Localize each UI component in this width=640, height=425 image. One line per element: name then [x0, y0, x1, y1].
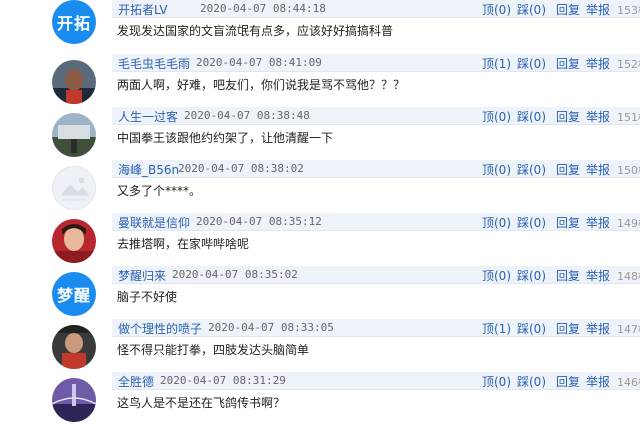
username-link[interactable]: 人生一过客	[118, 108, 178, 125]
comment-header: 人生一过客 2020-04-07 08:38:48 顶(0) 踩(0) 回复 举…	[112, 107, 640, 125]
report-button[interactable]: 举报	[586, 320, 610, 337]
downvote-button[interactable]: 踩(0)	[517, 55, 546, 72]
floor-number: 150楼	[617, 164, 640, 177]
reply-button[interactable]: 回复	[556, 108, 580, 125]
floor-number: 152楼	[617, 58, 640, 71]
comment-item: 人生一过客 2020-04-07 08:38:48 顶(0) 踩(0) 回复 举…	[0, 107, 640, 161]
downvote-button[interactable]: 踩(0)	[517, 320, 546, 337]
avatar[interactable]	[52, 219, 96, 263]
report-button[interactable]: 举报	[586, 1, 610, 18]
report-button[interactable]: 举报	[586, 373, 610, 390]
avatar[interactable]	[52, 325, 96, 369]
comment-text: 去推塔啊，在家哔哔啥呢	[117, 237, 250, 251]
avatar[interactable]	[52, 60, 96, 104]
floor-number: 146楼	[617, 376, 640, 389]
reply-button[interactable]: 回复	[556, 1, 580, 18]
username-link[interactable]: 全胜德	[118, 373, 154, 390]
downvote-button[interactable]: 踩(0)	[517, 214, 546, 231]
avatar[interactable]: 梦醒	[52, 272, 96, 316]
comment-header: 做个理性的喷子 2020-04-07 08:33:05 顶(1) 踩(0) 回复…	[112, 319, 640, 337]
comment-time: 2020-04-07 08:38:02	[178, 162, 304, 175]
username-link[interactable]: 海峰_B56n	[118, 161, 179, 178]
avatar-photo	[52, 325, 96, 369]
downvote-button[interactable]: 踩(0)	[517, 161, 546, 178]
username-link[interactable]: 开拓者LV	[118, 1, 168, 18]
upvote-button[interactable]: 顶(0)	[482, 373, 511, 390]
comment-item: 曼联就是信仰 2020-04-07 08:35:12 顶(0) 踩(0) 回复 …	[0, 213, 640, 267]
comment-time: 2020-04-07 08:35:02	[172, 268, 298, 281]
comment-item: 全胜德 2020-04-07 08:31:29 顶(0) 踩(0) 回复 举报 …	[0, 372, 640, 425]
reply-button[interactable]: 回复	[556, 267, 580, 284]
comment-time: 2020-04-07 08:41:09	[196, 56, 322, 69]
comment-header: 全胜德 2020-04-07 08:31:29 顶(0) 踩(0) 回复 举报 …	[112, 372, 640, 390]
comment-item: 做个理性的喷子 2020-04-07 08:33:05 顶(1) 踩(0) 回复…	[0, 319, 640, 373]
comment-time: 2020-04-07 08:31:29	[160, 374, 286, 387]
upvote-button[interactable]: 顶(0)	[482, 108, 511, 125]
floor-number: 153楼	[617, 4, 640, 17]
reply-button[interactable]: 回复	[556, 320, 580, 337]
comment-item: 开拓 开拓者LV 2020-04-07 08:44:18 顶(0) 踩(0) 回…	[0, 0, 640, 54]
username-link[interactable]: 做个理性的喷子	[118, 320, 202, 337]
comment-text: 中国拳王该跟他约约架了，让他清醒一下	[117, 131, 334, 145]
username-link[interactable]: 梦醒归来	[118, 267, 166, 284]
floor-number: 151楼	[617, 111, 640, 124]
avatar-label: 梦醒	[56, 286, 91, 305]
username-link[interactable]: 曼联就是信仰	[118, 214, 190, 231]
report-button[interactable]: 举报	[586, 214, 610, 231]
avatar-photo	[52, 113, 96, 157]
report-button[interactable]: 举报	[586, 108, 610, 125]
comment-text: 又多了个****。	[117, 184, 202, 198]
avatar[interactable]: 开拓	[52, 0, 96, 44]
comment-text: 发现发达国家的文盲流氓有点多，应该好好搞搞科普	[117, 24, 394, 38]
avatar-photo	[52, 378, 96, 422]
downvote-button[interactable]: 踩(0)	[517, 267, 546, 284]
default-avatar-icon	[53, 167, 95, 209]
comment-item: 海峰_B56n 2020-04-07 08:38:02 顶(0) 踩(0) 回复…	[0, 160, 640, 214]
avatar[interactable]	[52, 166, 96, 210]
reply-button[interactable]: 回复	[556, 55, 580, 72]
upvote-button[interactable]: 顶(0)	[482, 267, 511, 284]
comment-header: 海峰_B56n 2020-04-07 08:38:02 顶(0) 踩(0) 回复…	[112, 160, 640, 178]
floor-number: 147楼	[617, 323, 640, 336]
comment-item: 梦醒 梦醒归来 2020-04-07 08:35:02 顶(0) 踩(0) 回复…	[0, 266, 640, 320]
comment-header: 曼联就是信仰 2020-04-07 08:35:12 顶(0) 踩(0) 回复 …	[112, 213, 640, 231]
avatar-photo	[52, 60, 96, 104]
avatar-photo	[52, 219, 96, 263]
comment-time: 2020-04-07 08:44:18	[200, 2, 326, 15]
floor-number: 149楼	[617, 217, 640, 230]
report-button[interactable]: 举报	[586, 55, 610, 72]
avatar[interactable]	[52, 113, 96, 157]
avatar[interactable]	[52, 378, 96, 422]
comment-time: 2020-04-07 08:35:12	[196, 215, 322, 228]
comment-header: 梦醒归来 2020-04-07 08:35:02 顶(0) 踩(0) 回复 举报…	[112, 266, 640, 284]
comment-text: 这鸟人是不是还在飞鸽传书啊？	[117, 396, 286, 410]
comment-header: 开拓者LV 2020-04-07 08:44:18 顶(0) 踩(0) 回复 举…	[112, 0, 640, 18]
floor-number: 148楼	[617, 270, 640, 283]
comment-item: 毛毛虫毛毛雨 2020-04-07 08:41:09 顶(1) 踩(0) 回复 …	[0, 54, 640, 108]
report-button[interactable]: 举报	[586, 267, 610, 284]
comment-text: 两面人啊，好难，吧友们，你们说我是骂不骂他？？？	[117, 78, 406, 92]
comment-text: 脑子不好使	[117, 290, 178, 304]
reply-button[interactable]: 回复	[556, 161, 580, 178]
downvote-button[interactable]: 踩(0)	[517, 1, 546, 18]
comment-time: 2020-04-07 08:38:48	[184, 109, 310, 122]
downvote-button[interactable]: 踩(0)	[517, 373, 546, 390]
upvote-button[interactable]: 顶(1)	[482, 320, 511, 337]
comment-list: 开拓 开拓者LV 2020-04-07 08:44:18 顶(0) 踩(0) 回…	[0, 0, 640, 425]
upvote-button[interactable]: 顶(0)	[482, 161, 511, 178]
upvote-button[interactable]: 顶(1)	[482, 55, 511, 72]
comment-header: 毛毛虫毛毛雨 2020-04-07 08:41:09 顶(1) 踩(0) 回复 …	[112, 54, 640, 72]
comment-time: 2020-04-07 08:33:05	[208, 321, 334, 334]
upvote-button[interactable]: 顶(0)	[482, 214, 511, 231]
reply-button[interactable]: 回复	[556, 214, 580, 231]
comment-text: 怪不得只能打拳，四肢发达头脑简单	[117, 343, 310, 357]
report-button[interactable]: 举报	[586, 161, 610, 178]
upvote-button[interactable]: 顶(0)	[482, 1, 511, 18]
username-link[interactable]: 毛毛虫毛毛雨	[118, 55, 190, 72]
avatar-label: 开拓	[56, 14, 91, 33]
reply-button[interactable]: 回复	[556, 373, 580, 390]
downvote-button[interactable]: 踩(0)	[517, 108, 546, 125]
